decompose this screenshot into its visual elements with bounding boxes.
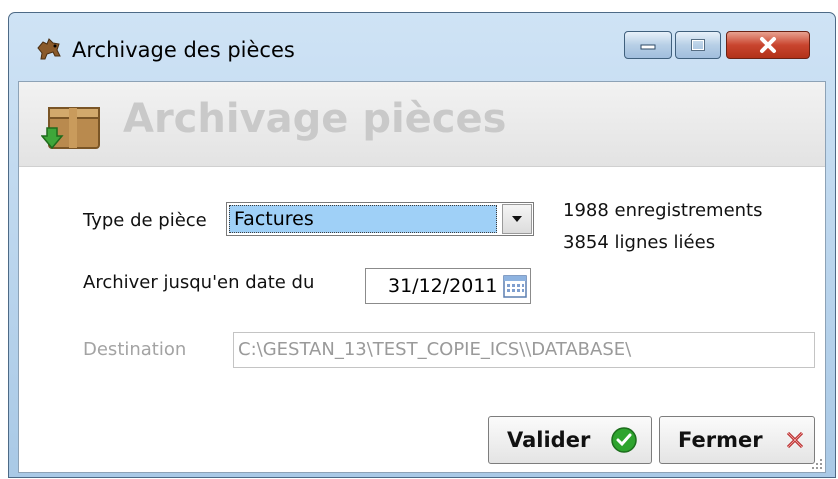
window-title: Archivage des pièces (72, 38, 295, 62)
minimize-icon (640, 44, 656, 50)
archive-box-icon (41, 107, 100, 150)
maximize-icon (691, 39, 705, 51)
close-window-button[interactable] (726, 31, 810, 59)
check-circle-icon (611, 427, 638, 453)
dialog-content: Archivage pièces Type de pièce Factures … (18, 81, 826, 473)
x-icon (786, 431, 803, 449)
destination-label: Destination (83, 339, 187, 360)
calendar-icon[interactable] (502, 273, 528, 299)
chevron-down-icon (512, 216, 522, 222)
records-count: 1988 enregistrements (563, 200, 763, 221)
date-value: 31/12/2011 (388, 275, 498, 297)
title-bar[interactable]: Archivage des pièces (9, 13, 835, 81)
page-title: Archivage pièces (123, 96, 507, 142)
date-label: Archiver jusqu'en date du (83, 272, 315, 293)
validate-button-label: Valider (507, 428, 591, 452)
resize-grip[interactable] (811, 458, 823, 470)
close-button[interactable]: Fermer (659, 416, 815, 464)
date-field[interactable]: 31/12/2011 (365, 268, 531, 304)
dialog-header: Archivage pièces (19, 82, 825, 167)
minimize-button[interactable] (624, 31, 672, 59)
type-select-value: Factures (229, 205, 497, 233)
close-button-label: Fermer (678, 428, 763, 452)
linked-lines-count: 3854 lignes liées (563, 232, 716, 253)
close-icon (760, 37, 776, 53)
dialog-window: Archivage des pièces Archivage pièces Ty… (8, 12, 836, 478)
maximize-button[interactable] (675, 31, 721, 59)
type-label: Type de pièce (83, 210, 207, 231)
dog-icon (37, 38, 61, 60)
dropdown-button[interactable] (502, 204, 532, 234)
type-select[interactable]: Factures (226, 202, 534, 236)
destination-field[interactable]: C:\GESTAN_13\TEST_COPIE_ICS\\DATABASE\ (233, 332, 815, 368)
validate-button[interactable]: Valider (488, 416, 652, 464)
